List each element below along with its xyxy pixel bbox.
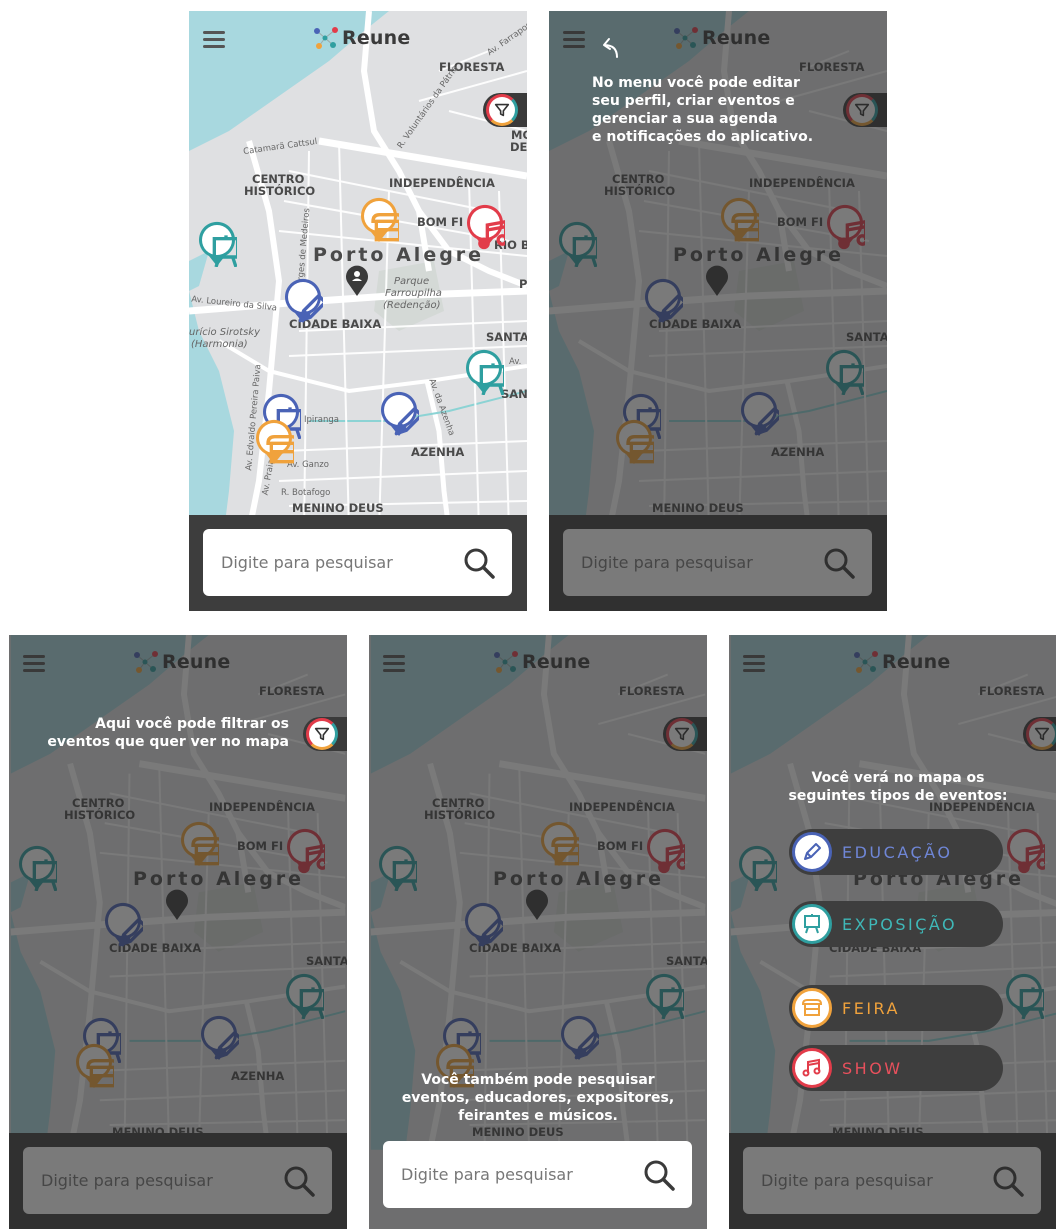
event-pin-exposicao[interactable] xyxy=(197,221,237,267)
event-pin-educacao[interactable] xyxy=(379,391,419,437)
bottom-search-bar: Digite para pesquisar xyxy=(189,515,527,611)
tip-menu-text: No menu você pode editar seu perfil, cri… xyxy=(592,74,813,146)
pencil-icon xyxy=(792,832,832,872)
tip-line: eventos, educadores, expositores, xyxy=(401,1090,675,1106)
tip-line: gerenciar a sua agenda xyxy=(592,111,778,127)
music-note-icon xyxy=(792,1048,832,1088)
search-icon[interactable] xyxy=(642,1158,676,1192)
event-pin-exposicao[interactable] xyxy=(464,349,504,395)
event-pin-educacao[interactable] xyxy=(283,278,323,324)
bottom-search-bar: Digite para pesquisar xyxy=(369,1133,707,1229)
screen-map: FLORESTA CENTRO HISTÓRICO INDEPENDÊNCIA … xyxy=(189,11,527,611)
tip-line: feirantes e músicos. xyxy=(458,1108,618,1124)
tip-line: No menu você pode editar xyxy=(592,75,800,91)
map-label-harmonia: (Harmonia) xyxy=(191,339,248,350)
map-label-de: DE xyxy=(510,140,527,154)
filter-icon xyxy=(486,94,518,126)
map-label-historico: HISTÓRICO xyxy=(244,184,316,198)
map-label-av-ipiranga: Ipiranga xyxy=(304,415,339,425)
easel-icon xyxy=(792,904,832,944)
legend-label: EXPOSIÇÃO xyxy=(842,914,958,934)
back-arrow-icon[interactable] xyxy=(597,35,623,61)
legend-label: EDUCAÇÃO xyxy=(842,842,953,862)
tip-line: eventos que quer ver no mapa xyxy=(47,734,289,750)
legend-item-feira[interactable]: FEIRA xyxy=(789,985,1003,1031)
screen-tip-menu: FLORESTA CENTRO HISTÓRICO INDEPENDÊNCIA … xyxy=(549,11,887,611)
filter-button[interactable] xyxy=(483,93,527,127)
event-pin-show[interactable] xyxy=(465,204,505,250)
map-label-r-botafogo: R. Botafogo xyxy=(281,488,331,498)
map-label-p: P xyxy=(519,277,527,291)
map-label-santa: SANTA xyxy=(486,330,527,344)
legend-label: FEIRA xyxy=(842,998,900,1018)
event-pin-feira[interactable] xyxy=(359,197,399,243)
app-logo: Reune xyxy=(313,25,410,51)
tip-line: seguintes tipos de eventos: xyxy=(788,788,1008,804)
market-stall-icon xyxy=(792,988,832,1028)
legend-item-show[interactable]: SHOW xyxy=(789,1045,1003,1091)
tip-search-text: Você também pode pesquisar eventos, educ… xyxy=(369,1071,707,1125)
event-pin-feira[interactable] xyxy=(254,419,294,465)
tip-line: Você também pode pesquisar xyxy=(421,1072,655,1088)
tip-filter-text: Aqui você pode filtrar os eventos que qu… xyxy=(47,715,289,751)
search-placeholder: Digite para pesquisar xyxy=(401,1165,573,1184)
logo-network-icon xyxy=(313,25,339,51)
map-label-redencao: (Redenção) xyxy=(383,300,441,311)
search-placeholder: Digite para pesquisar xyxy=(221,553,393,572)
legend-item-exposicao[interactable]: EXPOSIÇÃO xyxy=(789,901,1003,947)
legend-item-educacao[interactable]: EDUCAÇÃO xyxy=(789,829,1003,875)
hamburger-menu-icon[interactable] xyxy=(203,31,225,48)
tip-types-text: Você verá no mapa os seguintes tipos de … xyxy=(783,769,1013,805)
search-input[interactable]: Digite para pesquisar xyxy=(203,529,512,596)
user-location-pin-icon xyxy=(346,265,368,296)
tip-line: Você verá no mapa os xyxy=(811,770,985,786)
map-label-porto-alegre: Porto Alegre xyxy=(313,244,485,266)
filter-icon xyxy=(306,718,338,750)
screen-tip-event-types: FLORESTA INDEPENDÊNCIA Porto Alegre CIDA… xyxy=(729,635,1056,1229)
logo-text: Reune xyxy=(342,27,411,49)
screen-tip-filter: FLORESTA CENTRO HISTÓRICO INDEPENDÊNCIA … xyxy=(9,635,347,1229)
tip-line: seu perfil, criar eventos e xyxy=(592,93,795,109)
search-icon[interactable] xyxy=(462,546,496,580)
map-label-san: SAN xyxy=(501,387,527,401)
map-label-azenha: AZENHA xyxy=(411,445,465,459)
map-label-menino-deus: MENINO DEUS xyxy=(292,501,384,515)
filter-button-highlighted[interactable] xyxy=(303,717,347,751)
map-label-independencia: INDEPENDÊNCIA xyxy=(389,176,495,190)
tip-line: Aqui você pode filtrar os xyxy=(95,716,289,732)
tip-line: e notificações do aplicativo. xyxy=(592,129,814,145)
map-label-av: Av. xyxy=(509,357,522,367)
map-label-bom-fim: BOM FI xyxy=(417,215,464,229)
screen-tip-search: FLORESTA CENTRO HISTÓRICO INDEPENDÊNCIA … xyxy=(369,635,707,1229)
search-input-highlighted[interactable]: Digite para pesquisar xyxy=(383,1141,692,1208)
legend-label: SHOW xyxy=(842,1058,903,1078)
top-bar: Reune xyxy=(189,11,527,67)
